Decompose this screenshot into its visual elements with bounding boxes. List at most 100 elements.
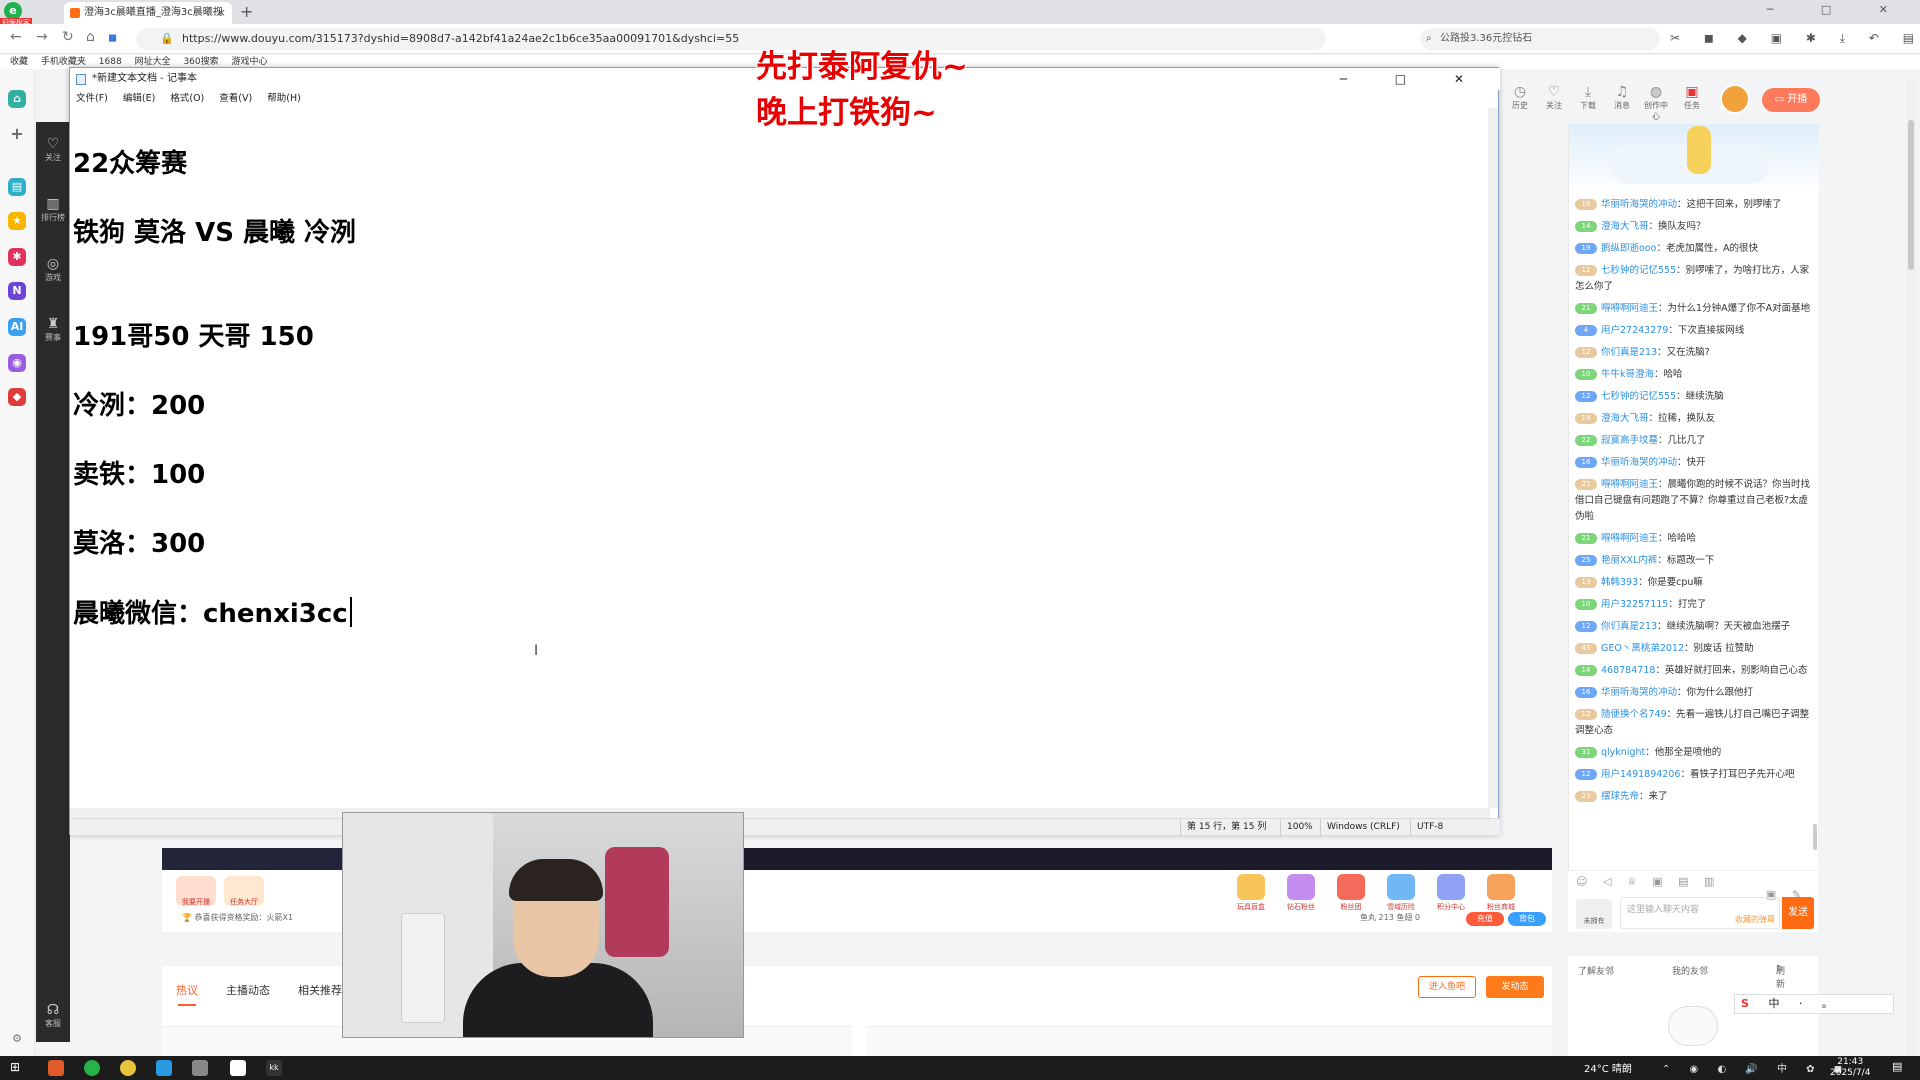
gift-item[interactable]: 玩具盲盒: [1230, 874, 1272, 912]
tab-learn-friends[interactable]: 了解友邻: [1578, 964, 1614, 977]
nav-history[interactable]: ◷ 历史: [1505, 84, 1535, 111]
unowned-badge[interactable]: 未拥有: [1576, 899, 1612, 929]
post-card[interactable]: [866, 1026, 1552, 1060]
gift-item[interactable]: 粉丝商城: [1480, 874, 1522, 912]
post-button[interactable]: 发动态: [1486, 976, 1544, 998]
chat-username[interactable]: 七秒钟的记忆555: [1601, 391, 1676, 402]
reload-icon[interactable]: ↻: [62, 29, 74, 45]
page-scrollbar-thumb[interactable]: [1908, 120, 1914, 270]
network-icon[interactable]: ✱: [8, 248, 26, 266]
nav-follow[interactable]: ♡ 关注: [1539, 84, 1569, 111]
chat-username[interactable]: 用户27243279: [1601, 325, 1668, 336]
sidebar-item-follow[interactable]: ♡ 关注: [36, 136, 70, 163]
new-tab-button[interactable]: +: [240, 2, 253, 21]
enter-fishbar-button[interactable]: 进入鱼吧: [1418, 976, 1476, 998]
bookmark-item[interactable]: 手机收藏夹: [41, 57, 86, 67]
taskbar-clock[interactable]: 21:43 2025/7/4: [1830, 1057, 1870, 1079]
chat-username[interactable]: 牛牛k哥澄海: [1601, 369, 1654, 380]
chat-username[interactable]: 你们真是213: [1601, 347, 1657, 358]
task-hall-button[interactable]: 任务大厅: [224, 876, 264, 906]
chat-username[interactable]: 寂寞高手坟墓: [1601, 435, 1658, 446]
system-tray-icons[interactable]: ⌃ ◉ ◐ 🔊 中 ✿ ◼: [1662, 1060, 1850, 1075]
chat-username[interactable]: 华丽听海哭的冲动: [1601, 687, 1677, 698]
backpack-button[interactable]: 背包: [1508, 912, 1546, 926]
taskbar-app-icon[interactable]: [84, 1060, 100, 1076]
nav-messages[interactable]: ♫ 消息: [1607, 84, 1637, 111]
browser-extension-icons[interactable]: ✂ ◼ ◆ ▣ ✱ ⤓ ↶ ▤ ◉ ☰: [1670, 31, 1920, 46]
taskbar-app-icon[interactable]: [48, 1060, 64, 1076]
home-icon[interactable]: ⌂: [86, 29, 95, 45]
notepad-text-area[interactable]: 22众筹赛 铁狗 莫洛 VS 晨曦 冷洌 191哥50 天哥 150 冷洌：20…: [70, 108, 1490, 808]
chat-app-icon[interactable]: ◉: [8, 354, 26, 372]
settings-gear-icon[interactable]: ⚙: [8, 1030, 26, 1048]
app-icon[interactable]: ◼: [108, 31, 117, 44]
menu-format[interactable]: 格式(O): [170, 93, 204, 104]
ime-toolbar[interactable]: S 中 · 。: [1734, 994, 1894, 1014]
chat-username[interactable]: 随便换个名749: [1601, 709, 1667, 720]
chat-message-list[interactable]: 16 华丽听海哭的冲动：这把干回来，别啰嗦了 14 澄海大飞哥：换队友吗？ 19 鹅纵即逝…: [1575, 194, 1811, 860]
nav-download[interactable]: ⤓ 下载: [1573, 84, 1603, 111]
tab-streamer-posts[interactable]: 主播动态: [226, 982, 270, 998]
start-live-button[interactable]: 我要开播: [176, 876, 216, 906]
taskbar-app-icon[interactable]: kk: [266, 1060, 282, 1076]
sidebar-item-game[interactable]: ◎ 游戏: [36, 256, 70, 283]
ai-icon[interactable]: N: [8, 282, 26, 300]
tab-close-icon[interactable]: ×: [217, 2, 226, 24]
chat-username[interactable]: 韩韩393: [1601, 577, 1638, 588]
chat-username[interactable]: qlyknight: [1601, 747, 1645, 758]
notepad-vertical-scrollbar[interactable]: [1488, 108, 1498, 808]
chat-username[interactable]: 嘚嘚啊阿迪王: [1601, 533, 1658, 544]
chat-username[interactable]: 摆球先帝: [1601, 791, 1639, 802]
ai-assistant-icon[interactable]: AI: [8, 318, 26, 336]
chat-input[interactable]: 这里输入聊天内容 收藏的弹幕: [1620, 897, 1780, 929]
home-icon[interactable]: ⌂: [8, 90, 26, 108]
app-shortcut-icon[interactable]: ▤: [8, 178, 26, 196]
chat-username[interactable]: 468784718: [1601, 665, 1655, 676]
user-avatar[interactable]: [1720, 84, 1750, 114]
taskbar-weather[interactable]: 24°C 晴朗: [1584, 1060, 1632, 1075]
tab-active[interactable]: 澄海3c晨曦直播_澄海3c晨曦视 ×: [64, 2, 232, 24]
chat-username[interactable]: 七秒钟的记忆555: [1601, 265, 1676, 276]
menu-file[interactable]: 文件(F): [76, 93, 108, 104]
nav-creator-center[interactable]: ◍ 创作中心: [1641, 84, 1671, 122]
go-live-button[interactable]: ▭ 开播: [1762, 88, 1820, 112]
gamepad-icon[interactable]: ◆: [8, 388, 26, 406]
sidebar-item-service[interactable]: ☊ 客服: [36, 1002, 70, 1029]
send-button[interactable]: 发送: [1782, 897, 1814, 929]
chat-username[interactable]: 鹅纵即逝ooo: [1601, 243, 1656, 254]
sidebar-item-ranking[interactable]: ▥ 排行榜: [36, 196, 70, 223]
browser-window-controls[interactable]: ─ □ ✕: [1767, 3, 1910, 16]
taskbar-app-icon[interactable]: [192, 1060, 208, 1076]
star-icon[interactable]: ★: [8, 212, 26, 230]
chat-scrollbar[interactable]: [1813, 824, 1817, 850]
chat-username[interactable]: 嘚嘚啊阿迪王: [1601, 479, 1658, 490]
notepad-window-controls[interactable]: ─ □ ✕: [1340, 68, 1486, 90]
menu-edit[interactable]: 编辑(E): [123, 93, 155, 104]
tab-hot[interactable]: 热议: [176, 982, 198, 1006]
taskbar-app-icon[interactable]: [120, 1060, 136, 1076]
bookmark-item[interactable]: 收藏: [10, 57, 28, 67]
windows-start-icon[interactable]: ⊞: [10, 1060, 20, 1074]
recharge-button[interactable]: 充值: [1466, 912, 1504, 926]
sidebar-item-events[interactable]: ♜ 赛事: [36, 316, 70, 343]
chat-username[interactable]: 用户1491894206: [1601, 769, 1680, 780]
saved-danmu-link[interactable]: 收藏的弹幕: [1735, 914, 1775, 925]
chat-username[interactable]: 华丽听海哭的冲动: [1601, 199, 1677, 210]
browser-search-box[interactable]: ⌕ 公路投3.36元控钻石: [1420, 28, 1660, 50]
taskbar-app-icon[interactable]: [156, 1060, 172, 1076]
gift-item[interactable]: 积分中心: [1430, 874, 1472, 912]
menu-help[interactable]: 帮助(H): [267, 93, 301, 104]
chat-username[interactable]: 澄海大飞哥: [1601, 413, 1649, 424]
chat-username[interactable]: 用户32257115: [1601, 599, 1668, 610]
bookmark-item[interactable]: 360搜索: [183, 57, 218, 67]
bookmark-item[interactable]: 网址大全: [135, 57, 171, 67]
gift-item[interactable]: 粉丝团: [1330, 874, 1372, 912]
bookmark-item[interactable]: 1688: [99, 57, 122, 67]
nav-tasks[interactable]: ▣ 任务: [1677, 84, 1707, 111]
chat-username[interactable]: 你们真是213: [1601, 621, 1657, 632]
menu-view[interactable]: 查看(V): [219, 93, 252, 104]
chat-username[interactable]: 澄海大飞哥: [1601, 221, 1649, 232]
bookmark-item[interactable]: 游戏中心: [232, 57, 268, 67]
gift-item[interactable]: 钻石粉丝: [1280, 874, 1322, 912]
tab-my-friends[interactable]: 我的友邻: [1672, 964, 1708, 977]
